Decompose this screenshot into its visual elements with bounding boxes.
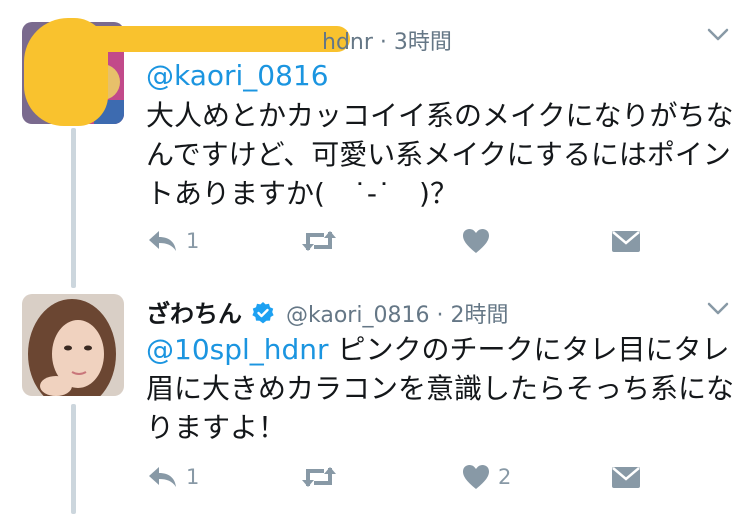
timestamp[interactable]: 3時間 [394,30,452,55]
dm-icon [612,467,640,488]
display-name[interactable]: ざわちん [146,300,242,328]
handle[interactable]: @kaori_0816 [286,303,429,328]
like-button[interactable]: 2 [462,464,511,490]
dm-button[interactable] [610,464,642,490]
mention-link[interactable]: @10spl_hdnr [146,333,329,366]
tweet-1[interactable]: hdnr · 3時間 @kaori_0816 大人めとかカッコイイ系のメイクにな… [0,0,747,288]
retweet-icon [302,467,336,487]
thread-line [71,404,76,514]
avatar[interactable] [22,294,124,396]
dm-icon [612,231,640,252]
dm-button[interactable] [610,228,642,254]
chevron-down-icon[interactable] [707,302,729,316]
tweet-actions: 1 2 [146,464,666,500]
reply-count: 1 [186,229,200,253]
handle-partial[interactable]: hdnr [322,30,373,55]
thread-line [71,128,76,288]
verified-icon [252,302,274,324]
tweet-2[interactable]: ざわちん @kaori_0816 · 2時間 @10spl_hdnr ピンクのチ… [0,280,747,514]
like-icon [463,465,489,489]
tweet-actions: 1 [146,228,666,264]
like-button[interactable] [462,228,498,254]
timestamp[interactable]: 2時間 [450,303,508,328]
redaction-mark [40,26,350,52]
reply-button[interactable]: 1 [146,228,199,254]
chevron-down-icon[interactable] [707,28,729,42]
tweet-meta: ざわちん @kaori_0816 · 2時間 [146,294,508,329]
reply-icon [149,467,176,487]
tweet-meta: hdnr · 3時間 [322,24,452,56]
tweet-text: 大人めとかカッコイイ系のメイクになりがちなんですけど、可愛い系メイクにするにはポ… [146,99,734,210]
separator: · [379,30,387,55]
separator: · [436,303,444,328]
retweet-button[interactable] [300,464,346,490]
reply-icon [149,231,176,251]
reply-button[interactable]: 1 [146,464,199,490]
reply-count: 1 [186,465,200,489]
retweet-button[interactable] [300,228,346,254]
tweet-text: @10spl_hdnr ピンクのチークにタレ目にタレ眉に大きめカラコンを意識した… [146,330,736,447]
retweet-icon [302,231,336,251]
mention-link[interactable]: @kaori_0816 [146,59,329,92]
like-icon [463,229,489,253]
like-count: 2 [498,465,512,489]
reply-to-line: @kaori_0816 [146,56,736,95]
